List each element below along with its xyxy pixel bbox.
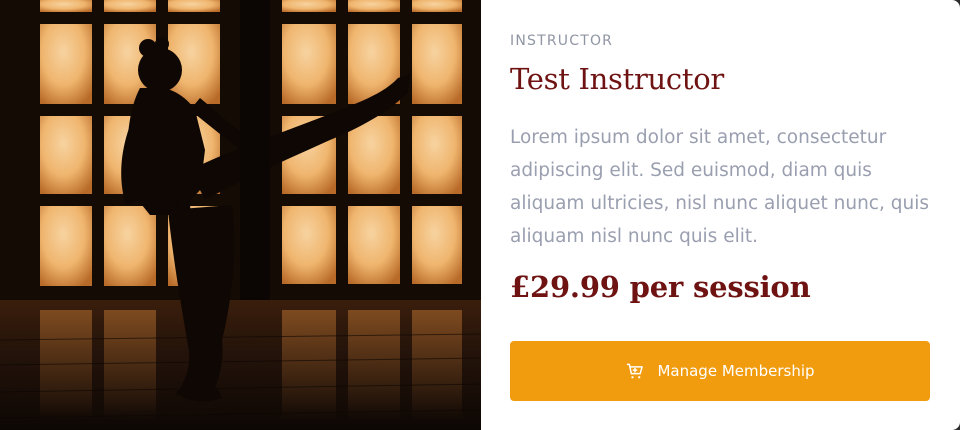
instructor-card: INSTRUCTOR Test Instructor Lorem ipsum d… bbox=[0, 0, 960, 430]
karate-silhouette-image bbox=[0, 0, 481, 430]
instructor-eyebrow-label: INSTRUCTOR bbox=[510, 33, 614, 49]
instructor-description: Lorem ipsum dolor sit amet, consectetur … bbox=[510, 127, 929, 247]
manage-membership-button[interactable]: Manage Membership bbox=[510, 341, 930, 401]
session-price: £29.99 per session bbox=[510, 270, 811, 304]
instructor-photo bbox=[0, 0, 481, 430]
manage-membership-label: Manage Membership bbox=[657, 362, 815, 380]
instructor-details: INSTRUCTOR Test Instructor Lorem ipsum d… bbox=[481, 0, 960, 430]
instructor-name-title: Test Instructor bbox=[510, 62, 724, 96]
cart-icon bbox=[625, 361, 645, 381]
